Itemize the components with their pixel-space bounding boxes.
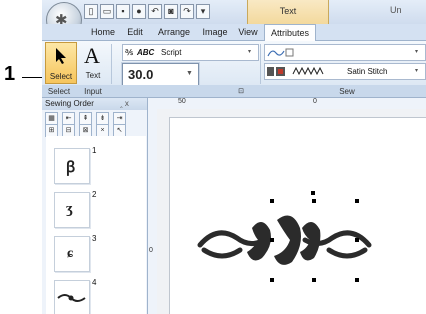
run-stitch-icon — [267, 48, 294, 57]
ribbon-separator — [260, 44, 261, 84]
text-size-dropdown-icon[interactable]: ▼ — [186, 70, 193, 77]
redo-icon[interactable]: ↷ — [180, 4, 194, 19]
region-sew-selector[interactable]: Satin Stitch ▾ — [264, 63, 426, 80]
ruler-label: 0 — [149, 247, 153, 254]
text-button[interactable]: A Text — [78, 42, 108, 82]
sequence-number: 1 — [92, 146, 97, 155]
new-file-icon[interactable]: ▯ — [84, 4, 98, 19]
font-selector[interactable]: ℁ ABC Script ▾ — [122, 44, 259, 61]
list-item[interactable]: ʒ — [54, 192, 90, 228]
selection-handle[interactable] — [355, 238, 359, 242]
group-label-sew: Sew — [339, 87, 355, 96]
select-button[interactable]: Select — [45, 42, 77, 84]
select-button-label: Select — [49, 72, 73, 81]
ribbon-separator — [111, 44, 112, 84]
tab-arrange[interactable]: Arrange — [152, 24, 196, 40]
text-button-label: Text — [85, 71, 101, 80]
selection-handle[interactable] — [312, 278, 316, 282]
font-sample: ABC — [137, 48, 155, 57]
tab-attributes[interactable]: Attributes — [264, 24, 316, 42]
text-tool-icon: A — [84, 43, 100, 68]
selection-handle[interactable] — [355, 199, 359, 203]
group-launcher-icon[interactable]: ⊡ — [234, 86, 248, 97]
context-tab-text: Text — [247, 0, 329, 24]
thumbnail-letter: ɕ — [67, 246, 74, 261]
font-icon: ℁ — [125, 48, 134, 57]
stitch-type-label: Satin Stitch — [347, 67, 388, 76]
undo-icon[interactable]: ↶ — [148, 4, 162, 19]
sewing-order-title: Sewing Order — [45, 99, 94, 108]
sequence-number: 2 — [92, 190, 97, 199]
list-item[interactable]: ꞵ — [54, 148, 90, 184]
panel-close-icon[interactable]: ‸ x — [120, 98, 129, 110]
selection-handle[interactable] — [312, 199, 316, 203]
ruler-label: 0 — [313, 98, 317, 105]
tab-view[interactable]: View — [234, 24, 262, 40]
ruler-label: 50 — [178, 98, 186, 105]
list-item[interactable] — [54, 280, 90, 314]
quick-access-toolbar: ▯ ▭ ▪ ● ↶ ◙ ↷ ▾ — [84, 4, 210, 20]
stop-icon[interactable]: ● — [132, 4, 146, 19]
window-title: Un — [390, 5, 402, 15]
sew-attribute-row[interactable]: ▾ — [264, 44, 426, 61]
callout-number: 1 — [4, 63, 16, 85]
sewing-order-header: Sewing Order ‸ x — [42, 98, 147, 110]
sew-dropdown-icon[interactable]: ▾ — [415, 48, 418, 55]
selection-handle[interactable] — [355, 278, 359, 282]
stitch-dropdown-icon[interactable]: ▾ — [415, 64, 418, 79]
selection-handle[interactable] — [270, 238, 274, 242]
embroidery-design[interactable] — [192, 190, 377, 290]
tab-edit[interactable]: Edit — [122, 24, 148, 40]
sequence-number: 4 — [92, 278, 97, 287]
group-label-input: Input — [84, 87, 102, 96]
open-file-icon[interactable]: ▭ — [100, 4, 114, 19]
selection-handle[interactable] — [270, 199, 274, 203]
thumbnail-letter: ʒ — [66, 201, 73, 217]
app-window: ✱ ▯ ▭ ▪ ● ↶ ◙ ↷ ▾ Text Un Home Edit Arra… — [42, 0, 426, 314]
font-name: Script — [161, 48, 182, 57]
preview-icon[interactable]: ◙ — [164, 4, 178, 19]
cursor-arrow-icon — [56, 48, 66, 64]
sewing-order-list: ꞵ 1 ʒ 2 ɕ 3 4 — [46, 136, 146, 314]
tab-image[interactable]: Image — [198, 24, 232, 40]
save-icon[interactable]: ▪ — [116, 4, 130, 19]
selection-handle[interactable] — [270, 278, 274, 282]
thumbnail-ornament — [57, 294, 86, 302]
group-label-select: Select — [47, 87, 71, 96]
text-size-value: 30.0 — [128, 67, 154, 82]
thumbnail-letter: ꞵ — [66, 160, 76, 176]
tab-home[interactable]: Home — [86, 24, 120, 40]
list-item[interactable]: ɕ — [54, 236, 90, 272]
customize-qat-icon[interactable]: ▾ — [196, 4, 210, 19]
rotation-handle[interactable] — [311, 191, 315, 195]
font-dropdown-icon[interactable]: ▾ — [248, 45, 251, 60]
satin-stitch-icon — [267, 66, 324, 76]
sequence-number: 3 — [92, 234, 97, 243]
